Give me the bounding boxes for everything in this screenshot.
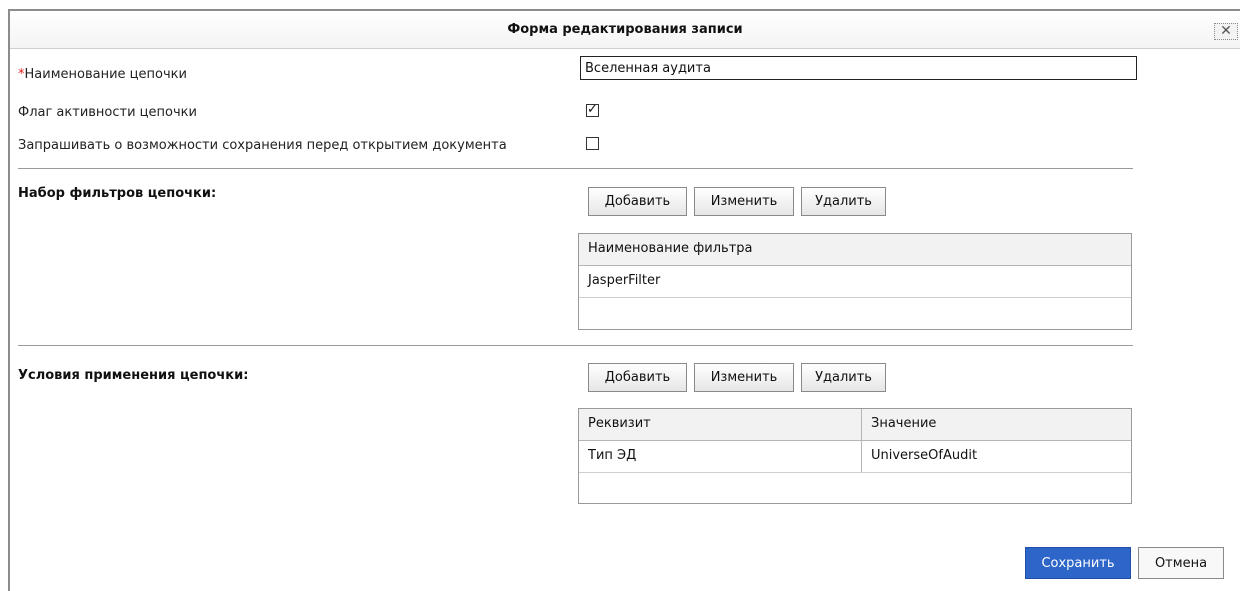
column-header-value[interactable]: Значение bbox=[862, 409, 1131, 440]
chain-name-label-text: Наименование цепочки bbox=[24, 67, 187, 82]
chain-name-label: *Наименование цепочки bbox=[18, 67, 187, 82]
ask-save-checkbox[interactable] bbox=[586, 137, 599, 150]
table-row[interactable]: JasperFilter bbox=[579, 266, 1131, 298]
conditions-delete-button[interactable]: Удалить bbox=[801, 363, 886, 392]
filters-delete-button[interactable]: Удалить bbox=[801, 187, 886, 216]
checkmark-icon: ✓ bbox=[587, 102, 598, 117]
active-flag-checkbox[interactable]: ✓ bbox=[586, 102, 599, 117]
conditions-section-label: Условия применения цепочки: bbox=[18, 368, 249, 383]
dialog-titlebar: Форма редактирования записи ✕ bbox=[10, 11, 1240, 49]
active-flag-label: Флаг активности цепочки bbox=[18, 105, 197, 120]
attribute-cell: Тип ЭД bbox=[579, 441, 862, 472]
table-row[interactable]: Тип ЭД UniverseOfAudit bbox=[579, 441, 1131, 473]
filters-grid: Наименование фильтра JasperFilter bbox=[578, 233, 1132, 330]
column-header-filter-name[interactable]: Наименование фильтра bbox=[579, 234, 1131, 265]
column-header-attribute[interactable]: Реквизит bbox=[579, 409, 862, 440]
conditions-edit-button[interactable]: Изменить bbox=[694, 363, 794, 392]
ask-save-label: Запрашивать о возможности сохранения пер… bbox=[18, 138, 507, 153]
cancel-button[interactable]: Отмена bbox=[1138, 547, 1224, 579]
close-icon: ✕ bbox=[1220, 23, 1232, 39]
dialog-title: Форма редактирования записи bbox=[507, 22, 743, 37]
close-button[interactable]: ✕ bbox=[1214, 23, 1238, 40]
chain-name-input[interactable] bbox=[580, 56, 1137, 80]
filter-name-cell: JasperFilter bbox=[588, 273, 661, 288]
value-cell: UniverseOfAudit bbox=[871, 448, 978, 463]
conditions-grid-header: Реквизит Значение bbox=[579, 409, 1131, 441]
divider-top bbox=[18, 168, 1133, 169]
filters-section-label: Набор фильтров цепочки: bbox=[18, 186, 217, 201]
filters-grid-header: Наименование фильтра bbox=[579, 234, 1131, 266]
conditions-grid: Реквизит Значение Тип ЭД UniverseOfAudit bbox=[578, 408, 1132, 504]
divider-middle bbox=[18, 345, 1133, 346]
save-button[interactable]: Сохранить bbox=[1025, 547, 1131, 579]
conditions-add-button[interactable]: Добавить bbox=[588, 363, 687, 392]
filters-edit-button[interactable]: Изменить bbox=[694, 187, 794, 216]
filters-add-button[interactable]: Добавить bbox=[588, 187, 687, 216]
